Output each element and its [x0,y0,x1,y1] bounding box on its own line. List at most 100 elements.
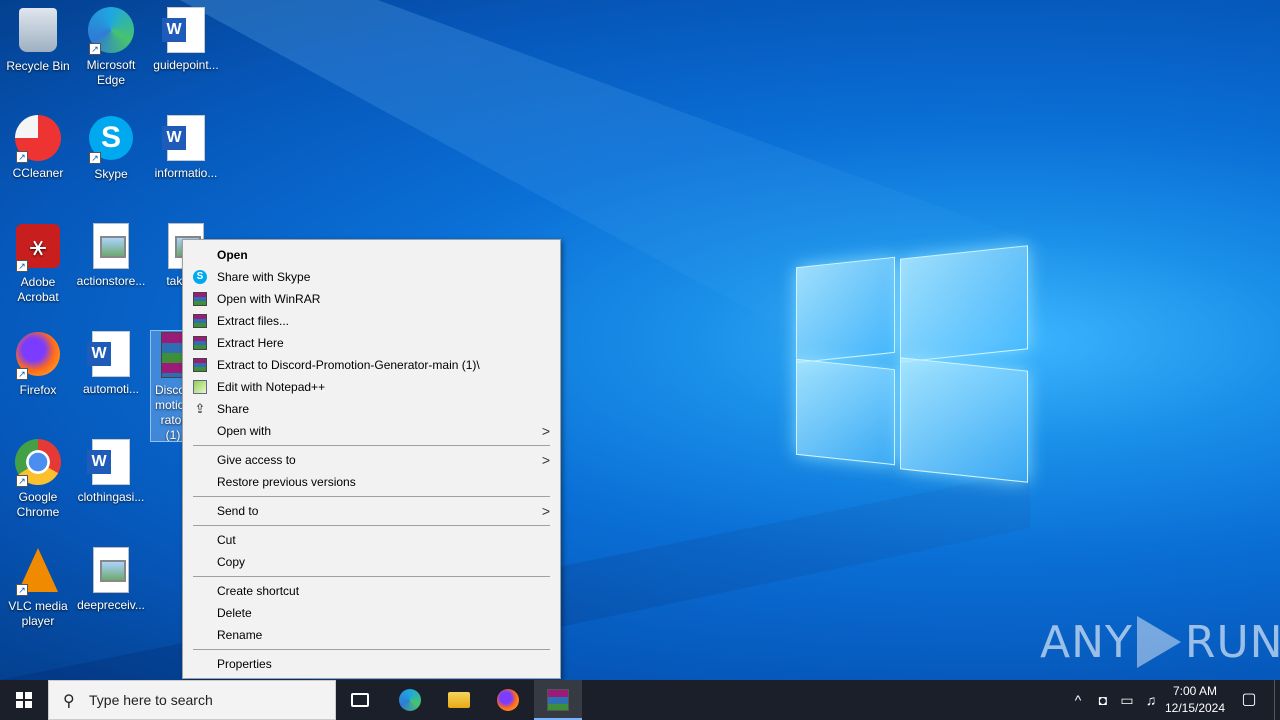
skype-icon: S ↗ [87,116,135,164]
vlc-icon: ↗ [14,548,62,596]
network-icon[interactable]: ▭ [1116,680,1138,720]
edge-icon [399,689,421,711]
desktop-icon-adobe-acrobat[interactable]: ↗ Adobe Acrobat [0,222,76,305]
desktop-icon-firefox[interactable]: ↗ Firefox [0,330,76,398]
desktop-icon-vlc[interactable]: ↗ VLC media player [0,546,76,629]
menu-item-edit-with-notepadpp[interactable]: Edit with Notepad++ [183,376,560,398]
menu-item-create-shortcut[interactable]: Create shortcut [183,580,560,602]
desktop-icon-guidepoint[interactable]: guidepoint... [148,6,224,73]
desktop-icon-label: clothingasi... [77,490,145,504]
menu-item-rename[interactable]: Rename [183,624,560,646]
desktop-icon-label: CCleaner [12,166,64,180]
word-doc-icon [87,331,135,379]
word-doc-icon [87,439,135,487]
menu-separator [193,525,550,526]
taskbar-search-box[interactable]: ⚲ Type here to search [48,680,336,720]
recycle-bin-icon [14,8,62,56]
show-desktop-button[interactable] [1274,680,1280,720]
menu-separator [193,649,550,650]
winrar-icon [193,336,207,350]
chevron-right-icon: > [541,423,550,439]
chrome-icon: ↗ [14,439,62,487]
menu-item-give-access-to[interactable]: Give access to > [183,449,560,471]
context-menu: Open S Share with Skype Open with WinRAR… [182,239,561,679]
desktop-icon-informatio[interactable]: informatio... [148,114,224,181]
desktop-icon-label: actionstore... [76,274,146,288]
menu-separator [193,445,550,446]
menu-item-cut[interactable]: Cut [183,529,560,551]
desktop-icon-label: Firefox [19,383,57,397]
menu-item-share-with-skype[interactable]: S Share with Skype [183,266,560,288]
task-view-button[interactable] [336,680,384,720]
taskbar-winrar-button[interactable] [534,680,582,720]
menu-item-open[interactable]: Open [183,244,560,266]
desktop-icon-automoti[interactable]: automoti... [73,330,149,397]
windows-logo-wallpaper [796,242,1028,483]
image-file-icon [87,223,135,271]
taskbar-edge-button[interactable] [386,680,434,720]
firefox-icon [497,689,519,711]
desktop-icon-label: Recycle Bin [6,59,70,73]
desktop-icon-ccleaner[interactable]: ↗ CCleaner [0,114,76,181]
taskbar-clock[interactable]: 7:00 AM 12/15/2024 [1160,683,1230,717]
word-doc-icon [162,115,210,163]
edge-icon: ↗ [87,7,135,55]
skype-icon: S [193,270,207,284]
desktop-icon-clothingasi[interactable]: clothingasi... [73,438,149,505]
folder-icon [448,692,470,708]
taskbar: ⚲ Type here to search ^ ◘ ▭ ♫ 7:00 AM 12… [0,680,1280,720]
meet-now-icon[interactable]: ◘ [1092,680,1114,720]
word-doc-icon [162,7,210,55]
desktop-icon-skype[interactable]: S ↗ Skype [73,114,149,182]
desktop-icon-label: Google Chrome [16,490,60,519]
task-view-icon [351,693,369,707]
search-icon: ⚲ [63,693,75,710]
anyrun-watermark: ANY RUN [1040,616,1280,668]
menu-item-open-with[interactable]: Open with > [183,420,560,442]
clock-date: 12/15/2024 [1164,701,1226,715]
notification-center-icon[interactable]: ▢ [1234,680,1264,720]
desktop-icon-microsoft-edge[interactable]: ↗ Microsoft Edge [73,6,149,88]
start-button[interactable] [0,680,48,720]
menu-separator [193,576,550,577]
menu-item-properties[interactable]: Properties [183,653,560,675]
desktop-icon-label: Microsoft Edge [86,58,136,87]
chevron-right-icon: > [541,452,550,468]
desktop-icon-label: informatio... [154,166,218,180]
menu-item-restore-previous-versions[interactable]: Restore previous versions [183,471,560,493]
winrar-icon [547,689,569,711]
desktop-icon-actionstore[interactable]: actionstore... [73,222,149,289]
chevron-right-icon: > [541,503,550,519]
volume-icon[interactable]: ♫ [1140,680,1162,720]
menu-item-send-to[interactable]: Send to > [183,500,560,522]
share-icon: ⇪ [194,401,206,416]
notepadpp-icon [193,380,207,394]
windows-logo-icon [16,692,32,708]
menu-item-copy[interactable]: Copy [183,551,560,573]
taskbar-firefox-button[interactable] [484,680,532,720]
menu-item-open-with-winrar[interactable]: Open with WinRAR [183,288,560,310]
desktop-icon-label: Skype [94,167,128,181]
image-file-icon [87,547,135,595]
desktop-icon-recycle-bin[interactable]: Recycle Bin [0,6,76,74]
menu-item-delete[interactable]: Delete [183,602,560,624]
menu-item-share[interactable]: ⇪ Share [183,398,560,420]
menu-item-extract-here[interactable]: Extract Here [183,332,560,354]
desktop-icon-deepreceiv[interactable]: deepreceiv... [73,546,149,613]
winrar-icon [193,358,207,372]
winrar-icon [193,314,207,328]
desktop-icon-label: guidepoint... [153,58,219,72]
desktop-icon-google-chrome[interactable]: ↗ Google Chrome [0,438,76,520]
desktop-icon-label: automoti... [82,382,140,396]
firefox-icon: ↗ [14,332,62,380]
desktop-icon-label: Adobe Acrobat [17,275,59,304]
menu-item-extract-to-folder[interactable]: Extract to Discord-Promotion-Generator-m… [183,354,560,376]
menu-separator [193,496,550,497]
clock-time: 7:00 AM [1172,684,1218,698]
taskbar-file-explorer-button[interactable] [435,680,483,720]
menu-item-extract-files[interactable]: Extract files... [183,310,560,332]
ccleaner-icon: ↗ [14,115,62,163]
search-placeholder: Type here to search [89,692,213,708]
acrobat-icon: ↗ [14,224,62,272]
tray-chevron-up-icon[interactable]: ^ [1068,680,1088,720]
